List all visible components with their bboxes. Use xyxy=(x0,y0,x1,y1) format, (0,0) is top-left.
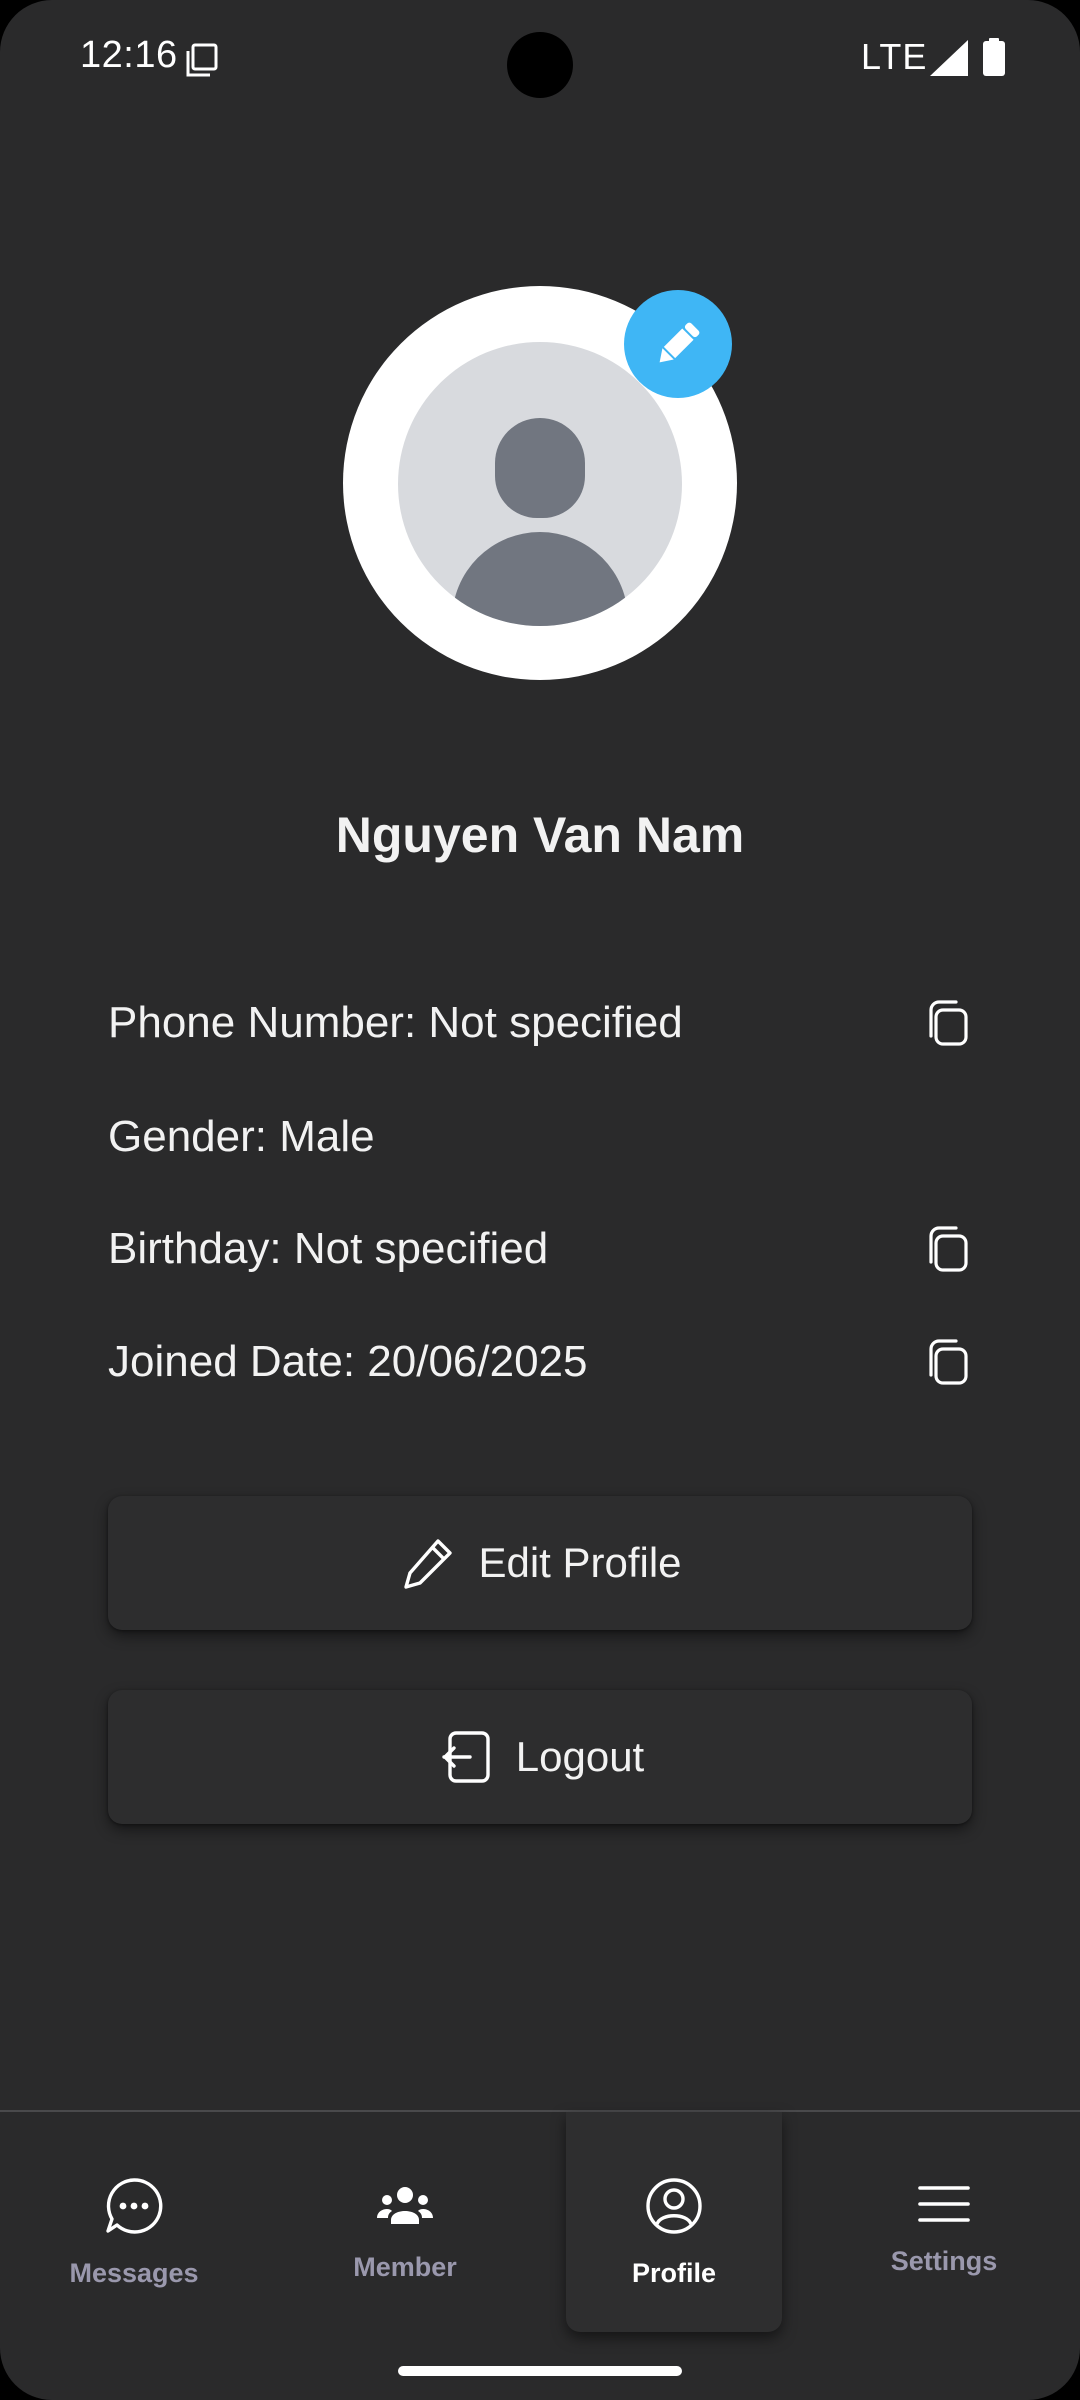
nav-label-member: Member xyxy=(353,2252,457,2282)
battery-icon xyxy=(983,38,1005,76)
copy-phone-icon[interactable] xyxy=(922,998,974,1050)
copy-joined-date-icon[interactable] xyxy=(922,1337,974,1389)
profile-name: Nguyen Van Nam xyxy=(335,807,745,863)
status-bar: 12:16 LTE xyxy=(0,0,1080,120)
nav-label-settings: Settings xyxy=(890,2246,998,2276)
signal-icon xyxy=(930,40,968,76)
info-row-birthday: Birthday: Not specified xyxy=(108,1214,978,1284)
nav-label-messages: Messages xyxy=(69,2258,199,2288)
logout-icon xyxy=(442,1731,490,1783)
bottom-navigation: Messages Member Profile Settings xyxy=(0,2112,1080,2400)
group-icon xyxy=(377,2187,433,2224)
profile-screen: 12:16 LTE Nguyen Van Nam Phone Number: N… xyxy=(0,0,1080,2400)
nav-item-profile[interactable]: Profile xyxy=(566,2112,782,2332)
gender-text: Gender: Male xyxy=(108,1112,375,1161)
logout-label: Logout xyxy=(515,1733,645,1780)
pencil-icon xyxy=(659,322,700,363)
network-type: LTE xyxy=(861,36,928,77)
copy-birthday-icon[interactable] xyxy=(922,1224,974,1276)
info-row-phone: Phone Number: Not specified xyxy=(108,988,978,1058)
edit-profile-label: Edit Profile xyxy=(478,1539,682,1586)
logout-button[interactable]: Logout xyxy=(108,1690,972,1824)
sim-card-icon xyxy=(186,43,218,77)
nav-label-profile: Profile xyxy=(631,2258,717,2288)
account-circle-icon xyxy=(646,2178,702,2234)
info-row-gender: Gender: Male xyxy=(108,1102,978,1172)
pencil-outline-icon xyxy=(404,1539,453,1589)
avatar-head xyxy=(495,418,585,518)
nav-item-messages[interactable]: Messages xyxy=(24,2112,244,2332)
person-placeholder-icon xyxy=(398,342,682,626)
edit-avatar-button[interactable] xyxy=(624,290,732,398)
status-time: 12:16 xyxy=(80,34,178,76)
info-row-joined: Joined Date: 20/06/2025 xyxy=(108,1327,978,1397)
joined-date-text: Joined Date: 20/06/2025 xyxy=(108,1337,588,1386)
phone-number-text: Phone Number: Not specified xyxy=(108,998,683,1047)
edit-profile-button[interactable]: Edit Profile xyxy=(108,1496,972,1630)
front-camera xyxy=(507,32,573,98)
home-indicator[interactable] xyxy=(398,2366,682,2376)
nav-item-settings[interactable]: Settings xyxy=(834,2112,1054,2332)
chat-bubble-icon xyxy=(106,2178,163,2234)
avatar-body xyxy=(452,532,628,626)
nav-item-member[interactable]: Member xyxy=(295,2112,515,2332)
menu-icon xyxy=(918,2186,970,2222)
birthday-text: Birthday: Not specified xyxy=(108,1224,549,1273)
